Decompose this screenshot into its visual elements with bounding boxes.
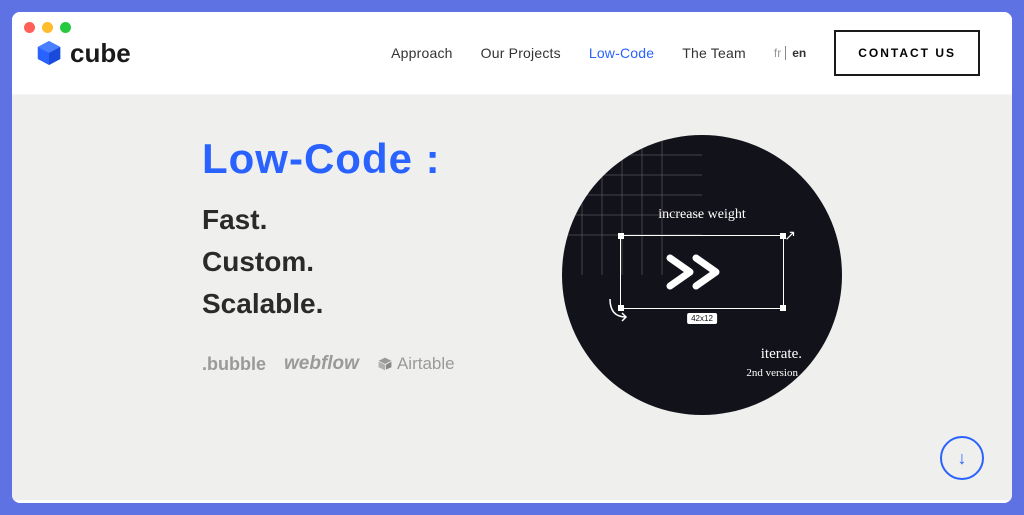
language-switcher: fr en: [774, 46, 806, 60]
illustration-circle: increase weight 42x12 ↗: [562, 135, 842, 415]
annotation-version: 2nd version: [746, 367, 798, 379]
header: cube Approach Our Projects Low-Code The …: [12, 12, 1012, 95]
nav-lowcode[interactable]: Low-Code: [589, 45, 654, 61]
dimensions-label: 42x12: [687, 313, 717, 324]
hero-illustration: increase weight 42x12 ↗: [562, 135, 842, 460]
hero-subtitle: Fast. Custom. Scalable.: [202, 199, 522, 325]
scroll-down-button[interactable]: ↓: [940, 436, 984, 480]
hero-section: Low-Code : Fast. Custom. Scalable. .bubb…: [12, 95, 1012, 500]
window-controls: [12, 12, 83, 43]
webflow-logo: webflow: [284, 353, 359, 375]
hero-line-1: Fast.: [202, 199, 522, 241]
hero-line-3: Scalable.: [202, 283, 522, 325]
airtable-logo: Airtable: [377, 354, 455, 374]
airtable-icon: [377, 356, 393, 372]
close-icon[interactable]: [24, 22, 35, 33]
arrow-down-icon: ↓: [958, 448, 967, 469]
tool-logos: .bubble webflow Airtable: [202, 353, 522, 375]
contact-button[interactable]: CONTACT US: [834, 30, 980, 76]
nav: Approach Our Projects Low-Code The Team …: [391, 30, 980, 76]
minimize-icon[interactable]: [42, 22, 53, 33]
nav-team[interactable]: The Team: [682, 45, 746, 61]
selection-box: 42x12: [620, 235, 784, 309]
lang-en[interactable]: en: [785, 46, 806, 60]
handle-icon: [780, 305, 786, 311]
browser-frame: cube Approach Our Projects Low-Code The …: [12, 12, 1012, 503]
nav-projects[interactable]: Our Projects: [481, 45, 561, 61]
annotation-iterate: iterate.: [761, 346, 802, 363]
annotation-top: increase weight: [658, 207, 745, 223]
bubble-logo: .bubble: [202, 354, 266, 375]
hero-text: Low-Code : Fast. Custom. Scalable. .bubb…: [202, 135, 522, 460]
lang-fr[interactable]: fr: [774, 46, 781, 60]
curve-arrow-icon: [606, 295, 630, 325]
nav-approach[interactable]: Approach: [391, 45, 453, 61]
maximize-icon[interactable]: [60, 22, 71, 33]
chevrons-icon: [662, 252, 742, 292]
hero-title: Low-Code :: [202, 135, 522, 183]
hero-line-2: Custom.: [202, 241, 522, 283]
handle-icon: [618, 233, 624, 239]
resize-arrow-icon: ↗: [784, 227, 796, 244]
